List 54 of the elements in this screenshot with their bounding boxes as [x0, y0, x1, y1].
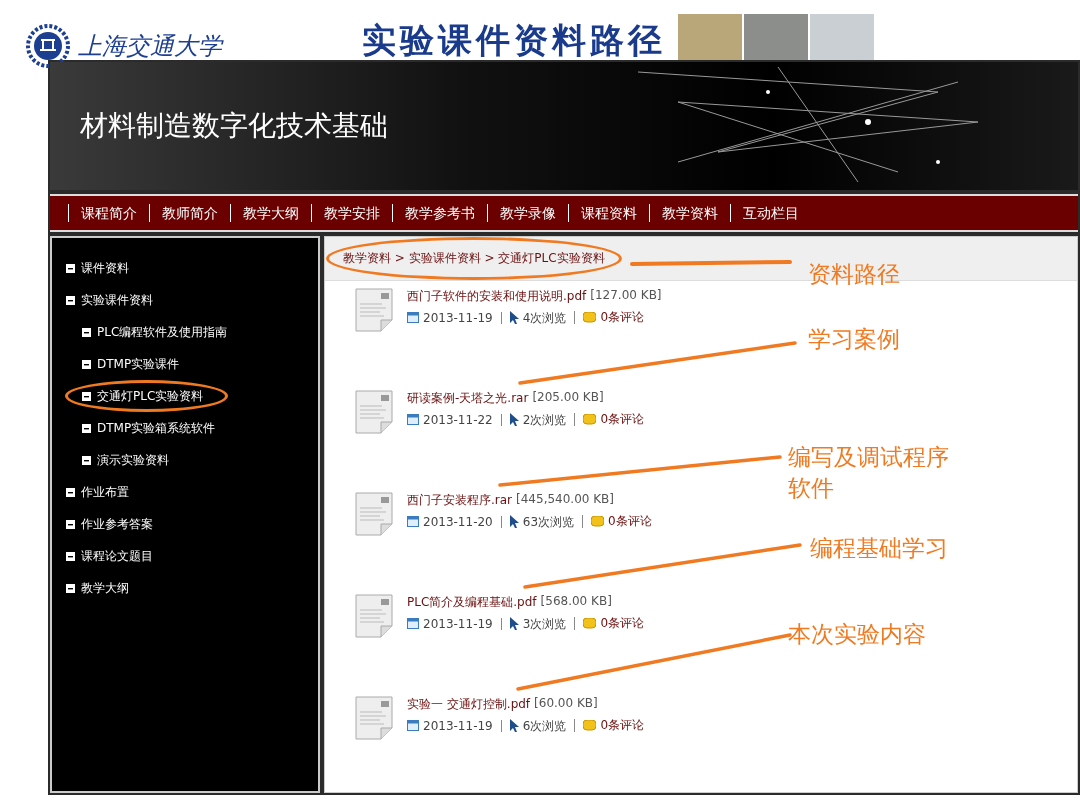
annotation-label: 编程基础学习	[810, 534, 949, 563]
sidebar-item[interactable]: DTMP实验箱系统软件	[82, 412, 216, 444]
comment-count[interactable]: 0条评论	[608, 513, 652, 530]
file-size: [127.00 KB]	[590, 288, 662, 304]
file-link[interactable]: 实验一 交通灯控制.pdf	[407, 696, 531, 713]
site-title: 材料制造数字化技术基础	[80, 108, 388, 144]
comment-count[interactable]: 0条评论	[600, 717, 645, 734]
view-count: 63次浏览	[522, 515, 575, 528]
file-size: [205.00 KB]	[532, 390, 604, 406]
sidebar-item[interactable]: 交通灯PLC实验资料	[65, 380, 229, 412]
file-link[interactable]: 研读案例-天塔之光.rar	[407, 390, 529, 407]
nav-link[interactable]: 教学录像	[487, 204, 568, 222]
annotation-label: 编写及调试程序软件	[788, 443, 950, 503]
annotation-label: 资料路径	[808, 260, 901, 289]
nav-link[interactable]: 教学资料	[649, 204, 730, 222]
sidebar-item[interactable]: PLC编程软件及使用指南	[82, 316, 228, 348]
sidebar-item[interactable]: 作业参考答案	[66, 508, 153, 540]
comment-count[interactable]: 0条评论	[600, 411, 645, 428]
file-size: [568.00 KB]	[540, 594, 612, 610]
date-text: 2013-11-22	[423, 413, 493, 426]
date-text: 2013-11-20	[423, 515, 493, 528]
view-count: 2次浏览	[522, 413, 567, 426]
date-text: 2013-11-19	[423, 311, 493, 324]
date-text: 2013-11-19	[423, 719, 493, 732]
sidebar-item[interactable]: 课程论文题目	[66, 540, 153, 572]
slide-title: 实验课件资料路径	[362, 19, 666, 62]
sidebar-item[interactable]: 教学大纲	[66, 572, 129, 604]
file-link[interactable]: PLC简介及编程基础.pdf	[407, 594, 537, 611]
view-count: 4次浏览	[522, 311, 567, 324]
sidebar-item[interactable]: DTMP实验课件	[82, 348, 180, 380]
file-link[interactable]: 西门子软件的安装和使用说明.pdf	[407, 288, 587, 305]
sidebar-item[interactable]: 演示实验资料	[82, 444, 169, 476]
nav-link[interactable]: 课程资料	[568, 204, 649, 222]
nav-link[interactable]: 课程简介	[68, 204, 149, 222]
file-size: [445,540.00 KB]	[516, 492, 615, 508]
sidebar-item[interactable]: 实验课件资料	[66, 284, 153, 316]
sidebar-item[interactable]: 课件资料	[66, 252, 129, 284]
nav-link[interactable]: 教学大纲	[230, 204, 311, 222]
nav-link[interactable]: 互动栏目	[730, 204, 811, 222]
logo-text: 上海交通大学	[78, 31, 222, 62]
nav-link[interactable]: 教学安排	[311, 204, 392, 222]
comment-count[interactable]: 0条评论	[600, 309, 645, 326]
nav-link[interactable]: 教学参考书	[392, 204, 487, 222]
view-count: 3次浏览	[522, 617, 567, 630]
annotation-label: 本次实验内容	[788, 620, 927, 649]
view-count: 6次浏览	[522, 719, 567, 732]
nav-link[interactable]: 教师简介	[149, 204, 230, 222]
breadcrumb[interactable]: 教学资料 > 实验课件资料 > 交通灯PLC实验资料	[326, 237, 622, 280]
date-text: 2013-11-19	[423, 617, 493, 630]
annotation-label: 学习案例	[808, 325, 901, 354]
sidebar-item[interactable]: 作业布置	[66, 476, 129, 508]
file-size: [60.00 KB]	[534, 696, 598, 712]
comment-count[interactable]: 0条评论	[600, 615, 645, 632]
file-link[interactable]: 西门子安装程序.rar	[407, 492, 513, 509]
